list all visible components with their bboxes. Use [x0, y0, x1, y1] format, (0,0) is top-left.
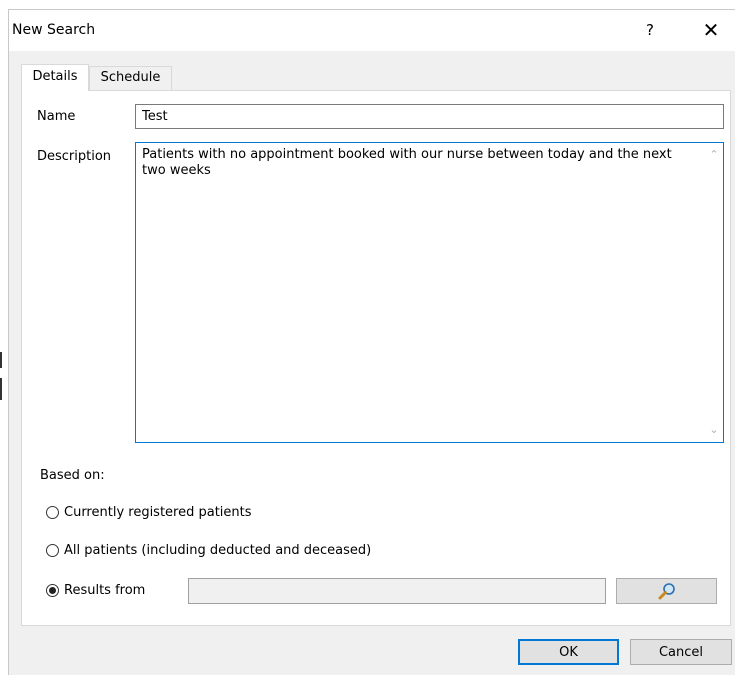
tab-details[interactable]: Details	[21, 64, 89, 91]
window-title: New Search	[12, 22, 96, 38]
based-on-label: Based on:	[40, 468, 105, 483]
title-bar: New Search ? ✕	[9, 10, 735, 51]
radio-button-icon[interactable]	[46, 506, 59, 519]
close-button[interactable]: ✕	[699, 18, 723, 42]
radio-currently-registered[interactable]: Currently registered patients	[46, 505, 252, 520]
scroll-down-icon[interactable]: ⌄	[708, 424, 720, 436]
details-panel: Name Description Patients with no appoin…	[21, 90, 731, 626]
radio-button-checked-icon[interactable]	[46, 584, 59, 597]
cancel-button[interactable]: Cancel	[630, 639, 732, 665]
description-textarea[interactable]: Patients with no appointment booked with…	[135, 142, 724, 443]
radio-button-icon[interactable]	[46, 544, 59, 557]
background-edge-mark	[0, 378, 2, 400]
results-search-button[interactable]	[616, 578, 717, 604]
new-search-dialog: New Search ? ✕ Details Schedule Name Des…	[8, 9, 735, 675]
magnifier-icon	[658, 583, 675, 600]
radio-label: Results from	[64, 583, 146, 598]
radio-label: Currently registered patients	[64, 505, 252, 520]
description-text: Patients with no appointment booked with…	[142, 147, 672, 178]
radio-all-patients[interactable]: All patients (including deducted and dec…	[46, 543, 371, 558]
name-input[interactable]	[135, 104, 724, 129]
radio-results-from[interactable]: Results from	[46, 583, 145, 598]
description-label: Description	[37, 149, 112, 164]
ok-button[interactable]: OK	[518, 639, 619, 665]
name-label: Name	[37, 109, 76, 124]
help-button[interactable]: ?	[639, 19, 661, 41]
background-edge-mark	[0, 352, 2, 368]
scroll-up-icon[interactable]: ⌃	[708, 149, 720, 161]
radio-label: All patients (including deducted and dec…	[64, 543, 372, 558]
results-from-field[interactable]	[188, 578, 606, 604]
tab-schedule[interactable]: Schedule	[89, 66, 172, 91]
